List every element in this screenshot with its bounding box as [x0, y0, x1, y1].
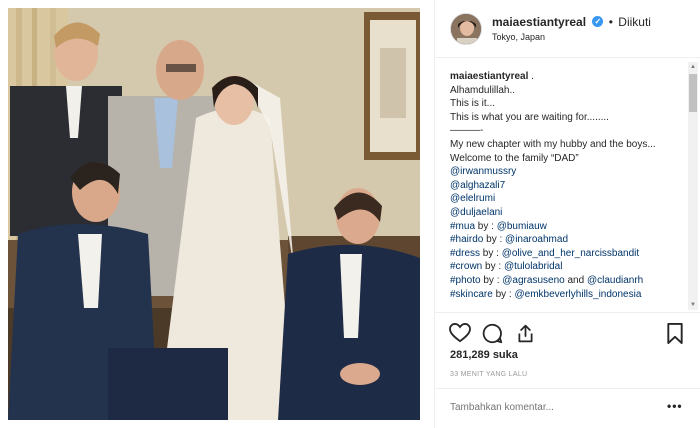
- post-header: maiaestiantyreal ✓ • Diikuti Tokyo, Japa…: [435, 0, 700, 58]
- credit-line: #hairdo by : @inaroahmad: [450, 233, 685, 247]
- credit-separator: by :: [480, 274, 503, 286]
- mention-link[interactable]: @duljaelani: [450, 206, 685, 220]
- hashtag-link[interactable]: #hairdo: [450, 234, 483, 245]
- credit-line: #mua by : @bumiauw: [450, 220, 685, 234]
- scroll-down-arrow-icon[interactable]: ▼: [688, 300, 698, 310]
- comment-box: •••: [435, 388, 700, 428]
- action-bar: [435, 312, 700, 352]
- caption-scrollbar[interactable]: ▲ ▼: [688, 62, 698, 310]
- mention-link[interactable]: @bumiauw: [497, 221, 547, 232]
- wedding-family-photo: [8, 8, 420, 420]
- like-count[interactable]: 281,289 suka: [450, 349, 518, 361]
- credit-line: #crown by : @tulolabridal: [450, 260, 685, 274]
- caption-line: Alhamdulillah..: [450, 84, 516, 96]
- avatar-image: [451, 14, 481, 44]
- credit-separator: by :: [475, 220, 497, 232]
- mention-link[interactable]: @agrasuseno: [502, 275, 564, 286]
- more-options-icon[interactable]: •••: [667, 399, 683, 413]
- credit-line: #photo by : @agrasuseno and @claudianrh: [450, 274, 685, 288]
- mention-link[interactable]: @olive_and_her_narcissbandit: [502, 248, 639, 259]
- follow-button[interactable]: Diikuti: [618, 15, 651, 29]
- caption: maiaestiantyreal . Alhamdulillah.. This …: [450, 70, 685, 301]
- post-timestamp[interactable]: 33 MENIT YANG LALU: [450, 371, 527, 378]
- caption-username-suffix: .: [531, 71, 534, 82]
- mention-link[interactable]: @irwanmussry: [450, 165, 685, 179]
- avatar[interactable]: [450, 13, 482, 45]
- credit-separator: by :: [483, 234, 506, 246]
- mention-link[interactable]: @emkbeverlyhills_indonesia: [515, 289, 642, 300]
- post-sidebar: maiaestiantyreal ✓ • Diikuti Tokyo, Japa…: [434, 0, 700, 428]
- scroll-up-arrow-icon[interactable]: ▲: [688, 62, 698, 72]
- caption-username[interactable]: maiaestiantyreal: [450, 71, 528, 82]
- hashtag-link[interactable]: #mua: [450, 221, 475, 232]
- share-icon[interactable]: [515, 323, 536, 349]
- caption-line: This is it...: [450, 98, 496, 110]
- comment-input[interactable]: [450, 402, 660, 413]
- credit-separator: by :: [480, 247, 502, 259]
- caption-line: This is what you are waiting for........: [450, 111, 609, 123]
- scroll-thumb[interactable]: [689, 74, 697, 112]
- credit-separator: by :: [482, 261, 504, 273]
- mention-link[interactable]: @alghazali7: [450, 179, 685, 193]
- credit-separator: by :: [492, 288, 515, 300]
- credit-line: #dress by : @olive_and_her_narcissbandit: [450, 247, 685, 261]
- comment-icon[interactable]: [482, 323, 503, 349]
- caption-area: maiaestiantyreal . Alhamdulillah.. This …: [435, 58, 700, 312]
- hashtag-link[interactable]: #skincare: [450, 289, 493, 300]
- heart-icon[interactable]: [449, 322, 471, 348]
- mention-link[interactable]: @elelrumi: [450, 192, 685, 206]
- location-link[interactable]: Tokyo, Japan: [492, 32, 545, 42]
- follow-separator: •: [608, 15, 613, 29]
- bookmark-icon[interactable]: [666, 323, 684, 349]
- mention-link[interactable]: @inaroahmad: [505, 234, 568, 245]
- post-author: maiaestiantyreal ✓ • Diikuti: [492, 15, 651, 29]
- post-photo[interactable]: [8, 8, 420, 420]
- hashtag-link[interactable]: #photo: [450, 275, 481, 286]
- mention-link[interactable]: @claudianrh: [587, 275, 643, 286]
- hashtag-link[interactable]: #dress: [450, 248, 480, 259]
- caption-paragraph: My new chapter with my hubby and the boy…: [450, 138, 656, 164]
- verified-icon: ✓: [592, 16, 604, 28]
- hashtag-link[interactable]: #crown: [450, 261, 482, 272]
- username-link[interactable]: maiaestiantyreal: [492, 15, 586, 29]
- mention-link[interactable]: @tulolabridal: [504, 261, 563, 272]
- credit-and: and: [564, 274, 587, 286]
- caption-line: ———-: [450, 125, 484, 137]
- credit-line: #skincare by : @emkbeverlyhills_indonesi…: [450, 288, 685, 302]
